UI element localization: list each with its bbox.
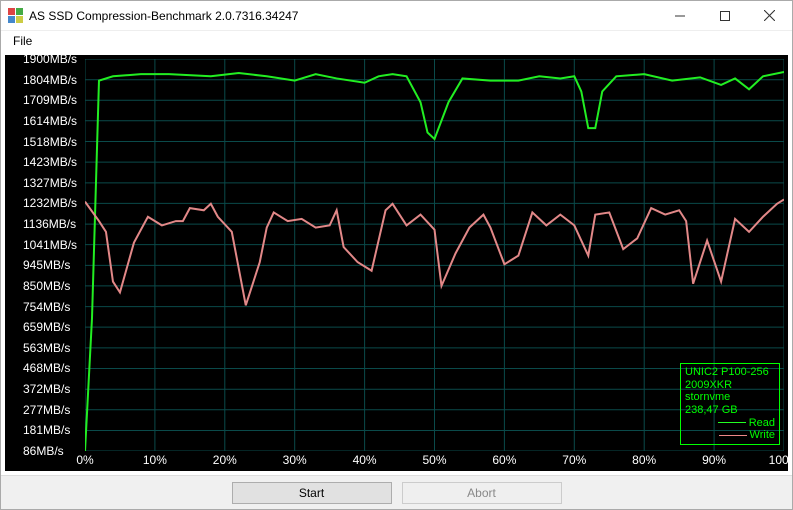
y-tick-label: 181MB/s: [23, 423, 70, 437]
legend-write: Write: [685, 429, 775, 442]
y-tick-label: 659MB/s: [23, 320, 70, 334]
y-tick-label: 1041MB/s: [23, 238, 77, 252]
x-tick-label: 10%: [143, 453, 167, 467]
legend-driver: stornvme: [685, 391, 775, 404]
x-tick-label: 40%: [353, 453, 377, 467]
app-icon: [7, 8, 23, 24]
titlebar: AS SSD Compression-Benchmark 2.0.7316.34…: [1, 1, 792, 31]
x-tick-label: 100%: [769, 453, 788, 467]
y-tick-label: 1614MB/s: [23, 114, 77, 128]
legend-serial: 2009XKR: [685, 379, 775, 392]
y-tick-label: 1709MB/s: [23, 93, 77, 107]
x-tick-label: 20%: [213, 453, 237, 467]
window-title: AS SSD Compression-Benchmark 2.0.7316.34…: [29, 9, 657, 23]
x-axis: 0%10%20%30%40%50%60%70%80%90%100%: [85, 451, 784, 471]
minimize-button[interactable]: [657, 1, 702, 30]
x-tick-label: 60%: [492, 453, 516, 467]
y-tick-label: 850MB/s: [23, 279, 70, 293]
y-tick-label: 86MB/s: [23, 444, 64, 458]
close-button[interactable]: [747, 1, 792, 30]
chart-area: 86MB/s 181MB/s 277MB/s 372MB/s 468MB/s 563MB/…: [5, 55, 788, 471]
y-tick-label: 1136MB/s: [23, 217, 76, 231]
x-tick-label: 0%: [76, 453, 93, 467]
start-button[interactable]: Start: [232, 482, 392, 504]
legend-device: UNIC2 P100-256: [685, 366, 775, 379]
abort-button[interactable]: Abort: [402, 482, 562, 504]
menubar: File: [1, 31, 792, 51]
y-tick-label: 372MB/s: [23, 382, 70, 396]
legend-read: Read: [685, 417, 775, 430]
menu-file[interactable]: File: [7, 33, 38, 49]
y-tick-label: 1900MB/s: [23, 55, 77, 66]
y-tick-label: 277MB/s: [23, 403, 70, 417]
maximize-button[interactable]: [702, 1, 747, 30]
y-tick-label: 945MB/s: [23, 258, 70, 272]
button-bar: Start Abort: [1, 475, 792, 509]
x-tick-label: 90%: [702, 453, 726, 467]
x-tick-label: 80%: [632, 453, 656, 467]
y-tick-label: 1423MB/s: [23, 155, 77, 169]
y-tick-label: 468MB/s: [23, 361, 70, 375]
x-tick-label: 30%: [283, 453, 307, 467]
x-tick-label: 50%: [422, 453, 446, 467]
x-tick-label: 70%: [562, 453, 586, 467]
y-tick-label: 754MB/s: [23, 300, 70, 314]
y-axis: 86MB/s181MB/s277MB/s372MB/s468MB/s563MB/…: [5, 55, 85, 451]
y-tick-label: 1327MB/s: [23, 176, 77, 190]
window-controls: [657, 1, 792, 30]
y-tick-label: 563MB/s: [23, 341, 70, 355]
y-tick-label: 1804MB/s: [23, 73, 77, 87]
y-tick-label: 1232MB/s: [23, 196, 77, 210]
y-tick-label: 1518MB/s: [23, 135, 77, 149]
legend-capacity: 238,47 GB: [685, 404, 775, 417]
legend: UNIC2 P100-256 2009XKR stornvme 238,47 G…: [680, 363, 780, 445]
